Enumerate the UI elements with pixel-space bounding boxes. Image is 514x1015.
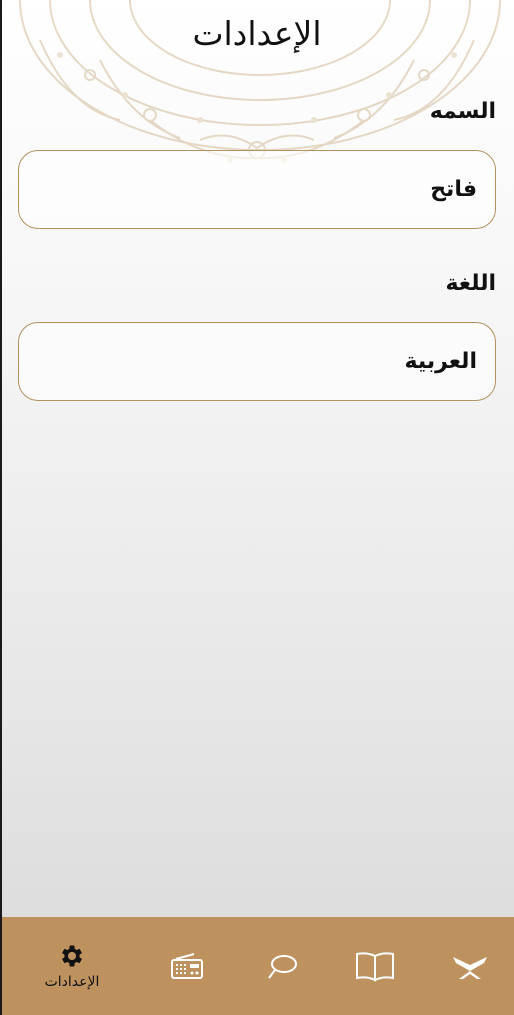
gear-icon (62, 945, 82, 967)
book-icon (356, 952, 394, 982)
nav-item-settings[interactable]: الإعدادات (32, 917, 112, 1015)
language-value: العربية (404, 349, 478, 374)
tasbeeh-icon (268, 955, 297, 979)
page-title: الإعدادات (192, 14, 322, 53)
language-field[interactable]: العربية (18, 322, 496, 401)
nav-item-radio[interactable] (152, 917, 222, 1015)
name-field[interactable]: فاتح (18, 150, 496, 229)
bottom-nav: الإعدادات (2, 917, 514, 1015)
name-label: السمه (429, 99, 496, 124)
nav-item-book[interactable] (340, 917, 410, 1015)
nav-item-tasbeeh[interactable] (247, 917, 317, 1015)
language-label: اللغة (445, 271, 496, 296)
nav-label-settings: الإعدادات (44, 974, 100, 990)
name-value: فاتح (430, 177, 477, 202)
quran-icon (453, 957, 487, 979)
nav-item-quran[interactable] (432, 917, 508, 1015)
radio-icon (171, 953, 203, 979)
